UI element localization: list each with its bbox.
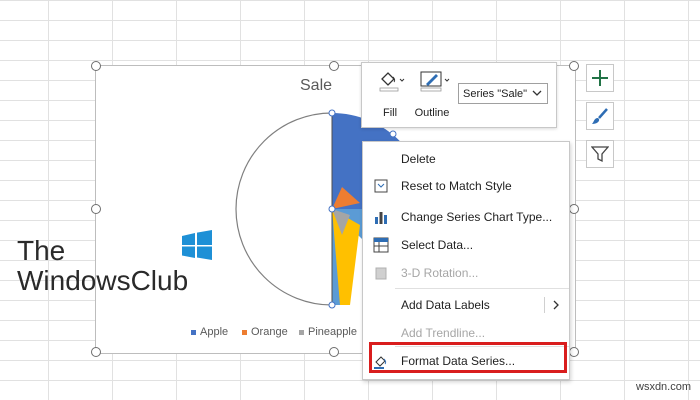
chart-type-icon xyxy=(375,212,387,224)
chart-styles-button[interactable] xyxy=(586,102,614,130)
pie-slice-outline[interactable] xyxy=(235,112,333,306)
rotation-icon xyxy=(375,267,387,280)
fill-button[interactable]: Fill xyxy=(368,67,412,123)
slice-handle[interactable] xyxy=(328,109,336,117)
watermark-line2: WindowsClub xyxy=(17,265,189,296)
menu-item-label: Delete xyxy=(401,152,436,166)
highlight-box xyxy=(369,342,567,373)
series-dropdown[interactable]: Series "Sale" xyxy=(458,83,548,104)
legend-label: Apple xyxy=(200,326,229,338)
menu-item-label: Reset to Match Style xyxy=(401,179,512,193)
resize-handle[interactable] xyxy=(91,347,101,357)
chevron-down-icon xyxy=(532,90,542,96)
brush-icon xyxy=(592,108,608,124)
legend-swatch xyxy=(299,329,304,335)
watermark-line1: The xyxy=(17,235,66,266)
legend-label: Orange xyxy=(251,326,288,338)
resize-handle[interactable] xyxy=(569,61,579,71)
legend-swatch xyxy=(191,329,196,335)
slice-handle[interactable] xyxy=(328,205,336,213)
menu-separator xyxy=(395,288,569,289)
chart-elements-button[interactable] xyxy=(586,64,614,92)
legend-item[interactable]: Orange xyxy=(242,326,288,338)
legend-item[interactable]: Apple xyxy=(191,326,228,338)
menu-item-label: 3-D Rotation... xyxy=(401,266,479,280)
resize-handle[interactable] xyxy=(329,61,339,71)
menu-item-label: Change Series Chart Type... xyxy=(401,210,553,224)
resize-handle[interactable] xyxy=(91,61,101,71)
plus-icon xyxy=(592,70,608,86)
reset-style-icon xyxy=(374,179,388,193)
resize-handle[interactable] xyxy=(91,204,101,214)
series-dropdown-value: Series "Sale" xyxy=(463,87,528,100)
menu-item-label: Select Data... xyxy=(401,238,474,252)
filter-icon xyxy=(591,146,609,163)
legend-swatch xyxy=(242,329,247,335)
menu-item-delete[interactable]: Delete xyxy=(363,148,569,170)
slice-handle[interactable] xyxy=(389,130,397,138)
legend-item[interactable]: Pineapple xyxy=(299,326,357,338)
menu-item-add-trendline: Add Trendline... xyxy=(363,322,569,344)
fill-bucket-icon xyxy=(379,72,405,92)
fill-label: Fill xyxy=(382,107,398,119)
chart-filters-button[interactable] xyxy=(586,140,614,168)
slice-handle[interactable] xyxy=(328,301,336,309)
resize-handle[interactable] xyxy=(569,204,579,214)
submenu-divider xyxy=(544,297,545,313)
select-data-icon xyxy=(373,237,389,253)
menu-item-add-data-labels[interactable]: Add Data Labels xyxy=(363,294,569,316)
resize-handle[interactable] xyxy=(569,347,579,357)
legend-label: Pineapple xyxy=(308,326,357,338)
menu-item-3d-rotation: 3-D Rotation... xyxy=(363,262,569,284)
outline-pen-icon xyxy=(420,71,450,92)
site-watermark: wsxdn.com xyxy=(636,381,692,393)
menu-item-select-data[interactable]: Select Data... xyxy=(363,234,569,256)
chart-title[interactable]: Sale xyxy=(300,77,332,95)
watermark-logo-text: The WindowsClub xyxy=(17,236,188,296)
resize-handle[interactable] xyxy=(329,347,339,357)
menu-item-label: Add Data Labels xyxy=(401,298,490,312)
windows-logo-icon xyxy=(182,230,212,260)
mini-toolbar: Fill Outline Series "Sale" xyxy=(361,62,557,128)
chevron-right-icon[interactable] xyxy=(551,299,561,311)
outline-button[interactable]: Outline xyxy=(410,67,454,123)
outline-label: Outline xyxy=(414,107,450,119)
menu-item-change-chart-type[interactable]: Change Series Chart Type... xyxy=(363,206,569,228)
menu-item-label: Add Trendline... xyxy=(401,326,486,340)
menu-item-reset-style[interactable]: Reset to Match Style xyxy=(363,175,569,197)
